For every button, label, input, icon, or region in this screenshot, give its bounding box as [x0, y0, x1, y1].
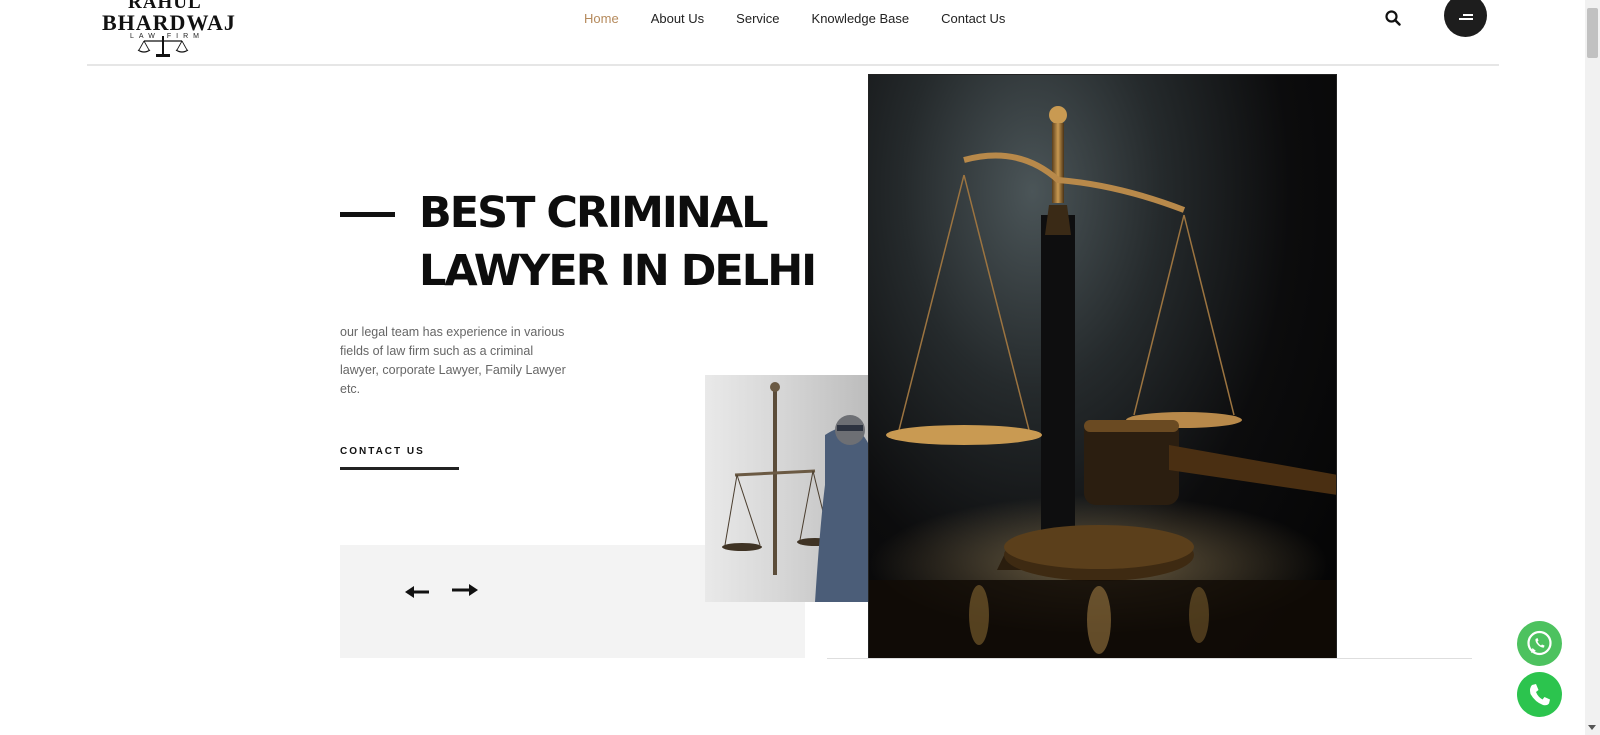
- scrollbar-thumb[interactable]: [1587, 8, 1598, 58]
- whatsapp-icon: [1527, 630, 1552, 656]
- content-divider: [827, 658, 1472, 659]
- hero-title-line2: LAWYER IN DELHI: [419, 246, 817, 296]
- page-scrollbar[interactable]: [1585, 0, 1600, 735]
- brand-logo[interactable]: RAHUL BHARDWAJ LAW FIRM: [100, 0, 235, 58]
- nav-service[interactable]: Service: [736, 10, 779, 28]
- nav-contact-us[interactable]: Contact Us: [941, 10, 1005, 28]
- site-header: RAHUL BHARDWAJ LAW FIRM Home About Us Se…: [0, 0, 1585, 66]
- menu-button[interactable]: [1444, 0, 1487, 37]
- contact-us-underline: [340, 467, 459, 470]
- hero-title-line1: BEST CRIMINAL: [419, 188, 769, 238]
- contact-us-link[interactable]: CONTACT US: [340, 446, 425, 457]
- header-divider: [87, 64, 1499, 66]
- hero-title: BEST CRIMINAL LAWYER IN DELHI: [419, 184, 839, 300]
- search-icon[interactable]: [1384, 9, 1402, 27]
- nav-home[interactable]: Home: [584, 10, 619, 28]
- nav-knowledge-base[interactable]: Knowledge Base: [812, 10, 910, 28]
- menu-icon: [1463, 14, 1473, 16]
- title-dash: [340, 212, 395, 217]
- arrow-left-icon[interactable]: [403, 581, 433, 601]
- whatsapp-button[interactable]: [1517, 621, 1562, 666]
- call-button[interactable]: [1517, 672, 1562, 717]
- nav-about-us[interactable]: About Us: [651, 10, 704, 28]
- phone-icon: [1530, 684, 1550, 706]
- hero-description: our legal team has experience in various…: [340, 325, 566, 396]
- lady-justice-image: [705, 375, 869, 602]
- scales-logo-icon: [137, 36, 189, 57]
- arrow-right-icon[interactable]: [450, 581, 480, 601]
- main-nav: Home About Us Service Knowledge Base Con…: [584, 10, 1037, 28]
- scroll-down-arrow-icon[interactable]: [1588, 725, 1596, 730]
- menu-icon-bar: [1459, 18, 1473, 20]
- scales-gavel-image: [868, 74, 1337, 659]
